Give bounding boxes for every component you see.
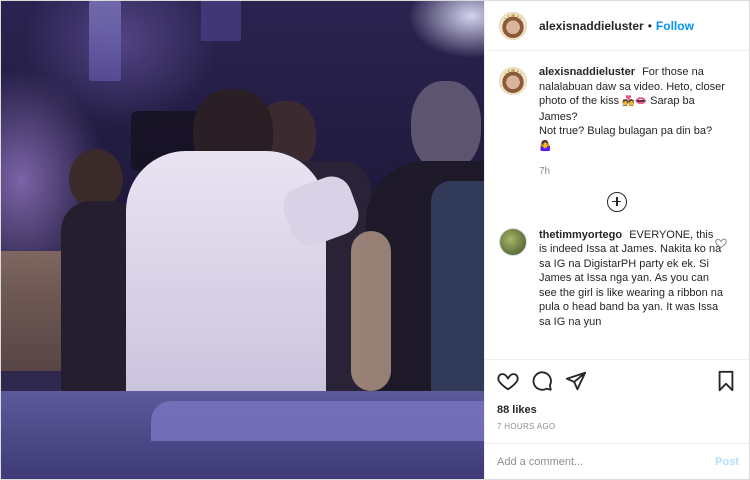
post-comment-button[interactable]: Post xyxy=(715,456,739,468)
photo-person-right-head xyxy=(411,81,481,171)
photo-table-top xyxy=(151,401,484,441)
caption-text-3: Not true? Bulag bulagan pa din ba? xyxy=(539,125,713,137)
author-avatar[interactable] xyxy=(499,11,527,40)
post-actions: 88 likes 7 HOURS AGO xyxy=(485,359,749,443)
photo-banner-dark xyxy=(201,1,241,41)
heart-icon[interactable] xyxy=(497,370,519,392)
caption-time[interactable]: 7h xyxy=(539,165,735,180)
comment-body: thetimmyortego EVERYONE, this is indeed … xyxy=(539,228,724,330)
instagram-post: alexisnaddieluster • Follow alexisnaddie… xyxy=(0,0,750,480)
commenter-username[interactable]: thetimmyortego xyxy=(539,229,622,241)
caption-emoji-2: 🤷‍♀️ xyxy=(539,140,552,152)
likes-count[interactable]: 88 likes xyxy=(497,404,737,416)
post-header: alexisnaddieluster • Follow xyxy=(485,1,749,51)
comment-text: EVERYONE, this is indeed Issa at James. … xyxy=(539,228,724,328)
comment-icon[interactable] xyxy=(531,370,553,392)
caption-emoji: 💑👄 xyxy=(622,96,648,107)
photo-person-right-arm xyxy=(351,231,391,391)
post-photo[interactable] xyxy=(1,1,484,479)
comment-like-icon[interactable] xyxy=(715,236,727,248)
caption-body: alexisnaddieluster For those na nalalabu… xyxy=(539,65,735,180)
follow-button[interactable]: Follow xyxy=(656,19,694,33)
caption-username[interactable]: alexisnaddieluster xyxy=(539,66,635,78)
caption-avatar[interactable] xyxy=(499,67,527,95)
add-comment-bar: Post xyxy=(485,443,749,479)
header-separator: • xyxy=(647,18,652,33)
comments-scroll-area[interactable]: alexisnaddieluster For those na nalalabu… xyxy=(485,51,749,359)
action-icons xyxy=(497,366,737,396)
author-username[interactable]: alexisnaddieluster xyxy=(539,19,644,33)
share-icon[interactable] xyxy=(565,370,587,392)
add-comments-icon[interactable] xyxy=(607,191,627,212)
photo-banner xyxy=(89,1,121,81)
commenter-avatar[interactable] xyxy=(499,227,527,256)
posted-time[interactable]: 7 HOURS AGO xyxy=(497,422,737,431)
comment-item: thetimmyortego EVERYONE, this is indeed … xyxy=(499,227,735,330)
photo-person-edge xyxy=(431,181,484,411)
load-more-wrap xyxy=(499,191,735,212)
post-caption: alexisnaddieluster For those na nalalabu… xyxy=(499,65,735,180)
photo-person-left-head xyxy=(69,149,123,209)
post-side-panel: alexisnaddieluster • Follow alexisnaddie… xyxy=(484,1,749,479)
bookmark-icon[interactable] xyxy=(715,370,737,392)
comment-input[interactable] xyxy=(497,455,716,468)
